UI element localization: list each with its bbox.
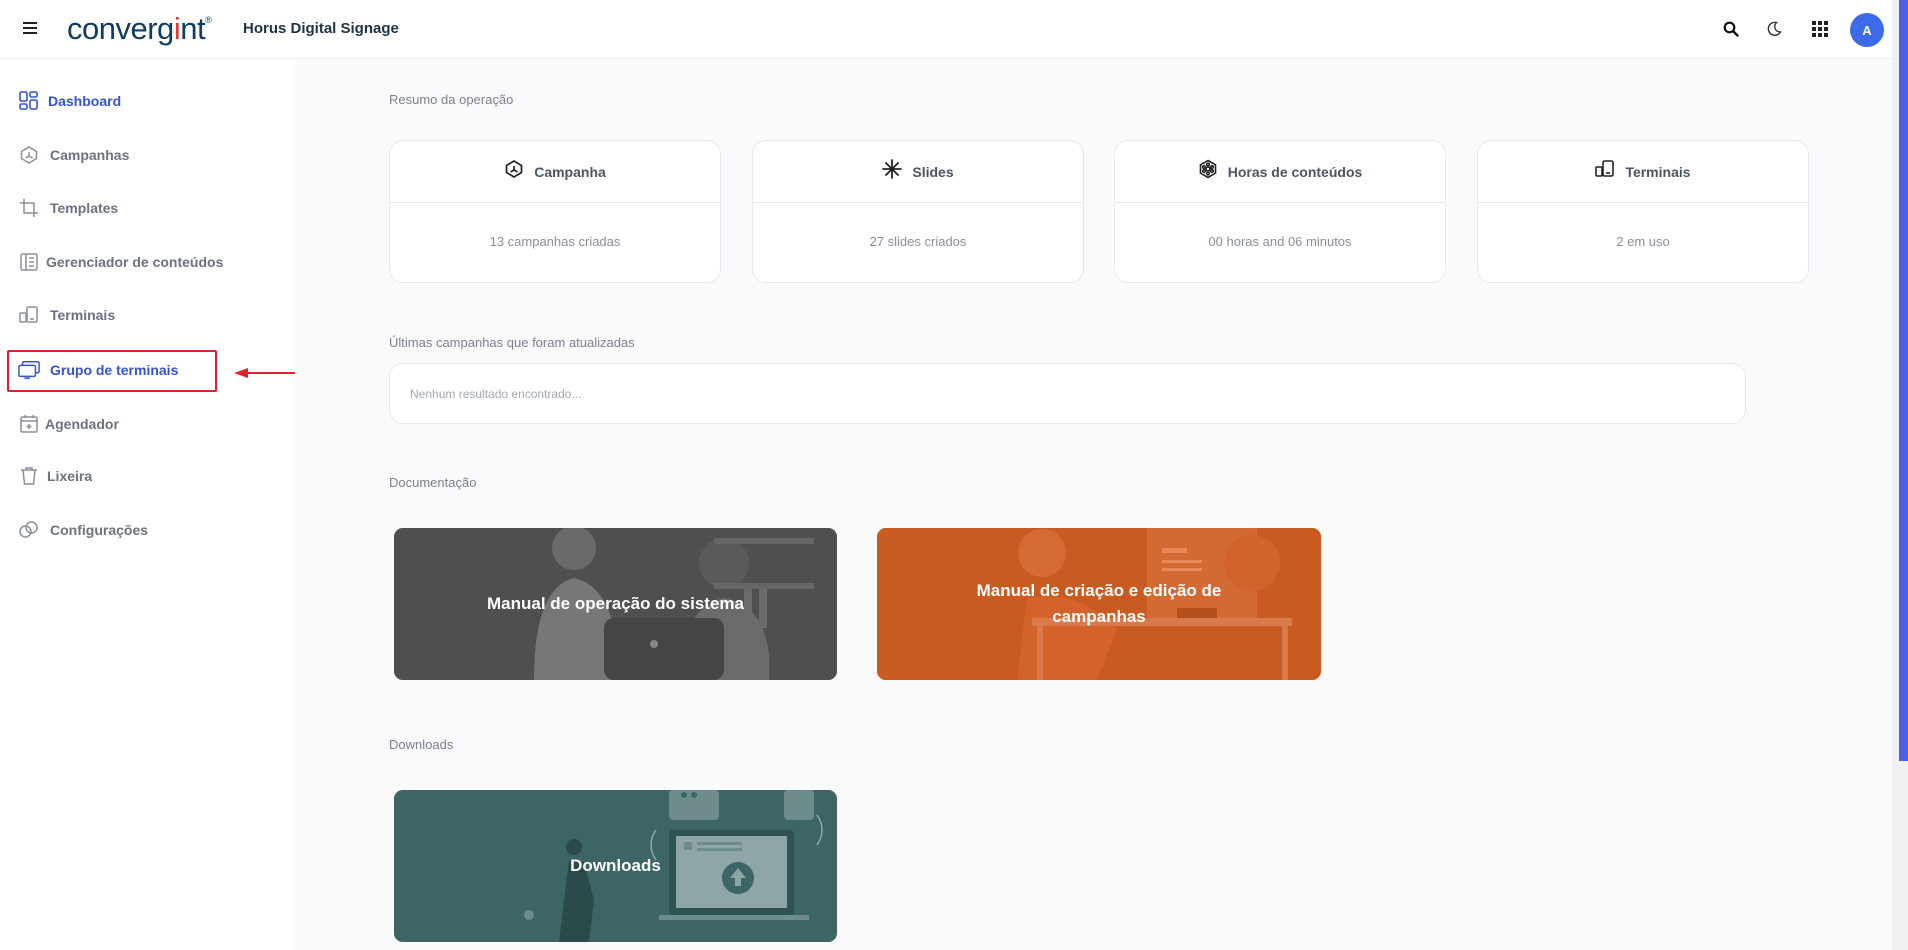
sidebar-item-label: Terminais bbox=[50, 307, 116, 323]
downloads-title: Downloads bbox=[389, 737, 454, 752]
stat-title: Slides bbox=[912, 163, 954, 180]
sidebar-item-label: Agendador bbox=[45, 416, 119, 432]
sidebar-item-gerenciador[interactable]: Gerenciador de conteúdos bbox=[18, 245, 223, 279]
summary-title: Resumo da operação bbox=[389, 92, 514, 107]
recent-campaigns-title: Últimas campanhas que foram atualizadas bbox=[389, 335, 635, 350]
sidebar-item-configuracoes[interactable]: Configurações bbox=[18, 513, 148, 547]
campaign-icon bbox=[18, 144, 40, 166]
stat-value: 27 slides criados bbox=[869, 234, 967, 249]
docs-title: Documentação bbox=[389, 475, 477, 490]
sidebar-item-label: Campanhas bbox=[50, 147, 130, 163]
trash-icon bbox=[18, 465, 40, 487]
scrollbar-thumb[interactable] bbox=[1899, 0, 1908, 761]
sidebar-item-dashboard[interactable]: Dashboard bbox=[18, 84, 121, 118]
apps-grid-icon[interactable] bbox=[1809, 18, 1831, 40]
sidebar-item-label: Configurações bbox=[50, 522, 149, 538]
sidebar-item-campanhas[interactable]: Campanhas bbox=[18, 138, 129, 172]
content-manager-icon bbox=[18, 251, 40, 273]
search-icon[interactable] bbox=[1720, 18, 1742, 40]
devices-icon bbox=[1595, 159, 1615, 184]
main-content: Resumo da operação Campanha 13 campanhas… bbox=[295, 60, 1892, 950]
sidebar-item-label: Lixeira bbox=[47, 468, 93, 484]
settings-icon bbox=[18, 519, 40, 541]
menu-icon[interactable] bbox=[20, 18, 40, 38]
sidebar-item-label: Templates bbox=[50, 200, 119, 216]
empty-message: Nenhum resultado encontrado... bbox=[410, 387, 582, 401]
stat-value: 2 em uso bbox=[1616, 234, 1670, 249]
page-scrollbar[interactable] bbox=[1892, 0, 1908, 950]
film-reel-icon bbox=[1198, 159, 1218, 184]
dashboard-icon bbox=[18, 90, 40, 112]
stat-title: Campanha bbox=[534, 163, 606, 180]
convergint-logo[interactable]: convergint® bbox=[67, 11, 212, 47]
app-title: Horus Digital Signage bbox=[243, 20, 399, 37]
doc-card-title: Manual de criação e edição de campanhas bbox=[976, 581, 1222, 626]
downloads-card-title: Downloads bbox=[570, 856, 661, 875]
downloads-card[interactable]: Downloads bbox=[394, 790, 837, 942]
stat-card-slides: Slides 27 slides criados bbox=[752, 140, 1084, 283]
stat-card-horas: Horas de conteúdos 00 horas and 06 minut… bbox=[1114, 140, 1446, 283]
campaign-icon bbox=[504, 159, 524, 184]
crop-icon bbox=[18, 197, 40, 219]
doc-card-manual-operacao[interactable]: Manual de operação do sistema bbox=[394, 528, 837, 680]
highlight-box bbox=[7, 350, 217, 392]
sidebar: Dashboard Campanhas Templates Gerenciado… bbox=[0, 60, 295, 950]
avatar[interactable]: A bbox=[1850, 13, 1884, 47]
doc-card-manual-criacao[interactable]: Manual de criação e edição de campanhas bbox=[877, 528, 1321, 680]
sidebar-item-agendador[interactable]: Agendador bbox=[18, 407, 119, 441]
recent-campaigns-list: Nenhum resultado encontrado... bbox=[389, 363, 1746, 424]
moon-icon[interactable] bbox=[1763, 18, 1785, 40]
stat-value: 00 horas and 06 minutos bbox=[1208, 234, 1352, 249]
sidebar-item-label: Dashboard bbox=[48, 93, 122, 109]
top-header: convergint® Horus Digital Signage A bbox=[0, 0, 1892, 59]
sidebar-item-terminais[interactable]: Terminais bbox=[18, 298, 115, 332]
stat-card-terminais: Terminais 2 em uso bbox=[1477, 140, 1809, 283]
sparkle-icon bbox=[882, 159, 903, 184]
stat-title: Horas de conteúdos bbox=[1227, 163, 1363, 180]
calendar-icon bbox=[18, 413, 40, 435]
stat-card-campanha: Campanha 13 campanhas criadas bbox=[389, 140, 721, 283]
sidebar-item-lixeira[interactable]: Lixeira bbox=[18, 459, 92, 493]
doc-card-title: Manual de operação do sistema bbox=[487, 594, 744, 613]
stat-title: Terminais bbox=[1625, 163, 1691, 180]
devices-icon bbox=[18, 304, 40, 326]
sidebar-item-label: Gerenciador de conteúdos bbox=[46, 254, 224, 270]
stat-value: 13 campanhas criadas bbox=[489, 234, 621, 249]
sidebar-item-templates[interactable]: Templates bbox=[18, 191, 118, 225]
